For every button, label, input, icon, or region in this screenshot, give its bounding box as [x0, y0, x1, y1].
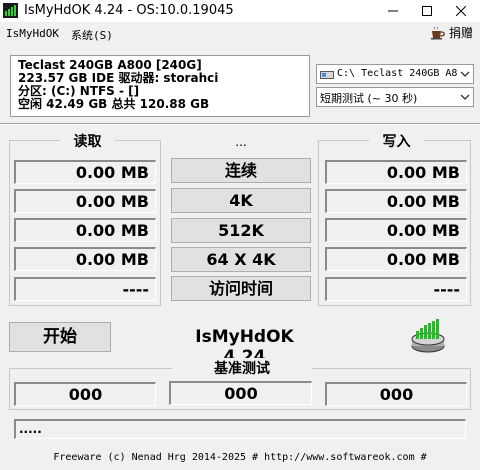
write-64x4k-value: 0.00 MB	[325, 247, 467, 271]
write-sequential-value: 0.00 MB	[325, 160, 467, 184]
drive-select[interactable]: C:\ Teclast 240GB A8	[316, 64, 474, 84]
drive-info-box: Teclast 240GB A800 [240G] 223.57 GB IDE …	[10, 55, 310, 117]
write-4k-value: 0.00 MB	[325, 189, 467, 213]
512k-button[interactable]: 512K	[171, 218, 311, 243]
benchmark-read-value: 000	[14, 382, 156, 406]
read-access-time-value: ----	[14, 277, 156, 301]
read-label: 读取	[60, 131, 115, 151]
write-label: 写入	[369, 131, 424, 151]
menu-app[interactable]: IsMyHdOK	[6, 27, 59, 40]
write-512k-value: 0.00 MB	[325, 218, 467, 242]
menu-system[interactable]: 系统(S)	[71, 27, 113, 43]
read-64x4k-value: 0.00 MB	[14, 247, 156, 271]
drive-icon	[320, 71, 334, 79]
benchmark-total-value: 000	[169, 381, 312, 405]
minimize-button[interactable]	[376, 0, 410, 22]
donate-button[interactable]: 捐赠	[430, 24, 473, 41]
test-duration-select[interactable]: 短期测试 (~ 30 秒)	[316, 87, 474, 107]
benchmark-write-value: 000	[325, 382, 467, 406]
donate-label: 捐赠	[449, 26, 474, 40]
drive-select-value: C:\ Teclast 240GB A8	[337, 68, 458, 79]
close-button[interactable]	[444, 0, 478, 22]
benchmark-label: 基准测试	[172, 358, 312, 378]
coffee-cup-icon	[431, 26, 445, 39]
chevron-down-icon	[460, 94, 470, 100]
sequential-button[interactable]: 连续	[171, 158, 311, 183]
close-icon	[456, 6, 466, 16]
maximize-button[interactable]	[410, 0, 444, 22]
footer-credits[interactable]: Freeware (c) Nenad Hrg 2014-2025 # http:…	[0, 452, 480, 463]
minimize-icon	[388, 10, 398, 12]
test-duration-value: 短期测试 (~ 30 秒)	[320, 92, 418, 105]
write-access-time-value: ----	[325, 277, 467, 301]
maximize-icon	[422, 6, 432, 16]
read-512k-value: 0.00 MB	[14, 218, 156, 242]
status-bar: .....	[14, 419, 466, 439]
app-icon	[3, 3, 18, 18]
hdd-logo-icon	[410, 319, 446, 353]
read-sequential-value: 0.00 MB	[14, 160, 156, 184]
middle-label: ...	[235, 135, 247, 149]
divider	[0, 123, 480, 125]
64x4k-button[interactable]: 64 X 4K	[171, 247, 311, 272]
chevron-down-icon	[460, 71, 470, 77]
start-button[interactable]: 开始	[9, 322, 111, 352]
window-title: IsMyHdOK 4.24 - OS:10.0.19045	[24, 3, 234, 18]
read-4k-value: 0.00 MB	[14, 189, 156, 213]
drive-free-space: 空闲 42.49 GB 总共 120.88 GB	[18, 97, 210, 111]
4k-button[interactable]: 4K	[171, 188, 311, 213]
access-time-button[interactable]: 访问时间	[171, 276, 311, 301]
